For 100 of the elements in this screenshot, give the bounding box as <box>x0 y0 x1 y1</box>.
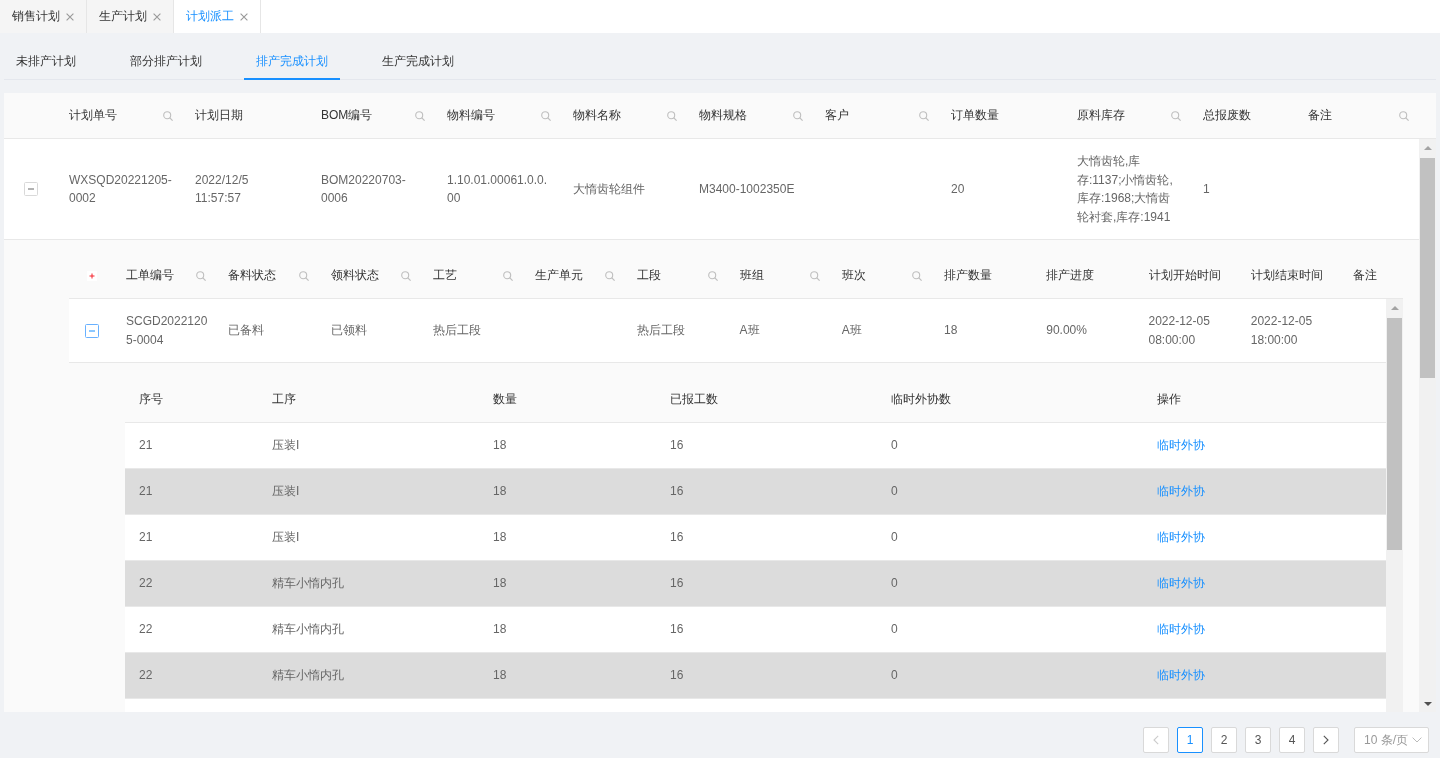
table-cell: 18 <box>493 484 507 499</box>
scrollbar[interactable] <box>1386 299 1403 712</box>
column-header: 客户 <box>825 107 849 124</box>
table-cell: 0 <box>891 530 898 545</box>
scrollbar-thumb[interactable] <box>1387 318 1402 550</box>
table-cell: BOM20220703-0006 <box>321 172 406 205</box>
column-header: 操作 <box>1157 391 1181 408</box>
column-header: 总报废数 <box>1203 107 1251 124</box>
scrollbar-thumb[interactable] <box>1420 158 1435 378</box>
search-icon[interactable] <box>919 110 929 121</box>
search-icon[interactable] <box>809 270 820 281</box>
table-cell: 18 <box>493 530 507 545</box>
search-icon[interactable] <box>912 270 922 281</box>
search-icon[interactable] <box>400 270 411 281</box>
page-button[interactable]: 3 <box>1245 727 1271 753</box>
page-button[interactable]: 1 <box>1177 727 1203 753</box>
close-icon[interactable] <box>240 12 248 21</box>
minus-icon[interactable] <box>84 323 99 338</box>
action-link[interactable]: 临时外协 <box>1157 530 1205 545</box>
table-cell: 压装I <box>272 530 300 545</box>
page-size-select[interactable]: 10 条/页 <box>1354 727 1429 753</box>
column-header: 备料状态 <box>228 267 277 284</box>
scrollbar[interactable] <box>1419 139 1436 712</box>
column-header: 领料状态 <box>330 267 379 284</box>
plan-tab[interactable]: 未排产计划 <box>4 33 88 80</box>
action-link[interactable]: 临时外协 <box>1157 576 1205 591</box>
page-button[interactable]: 4 <box>1279 727 1305 753</box>
minus-icon[interactable] <box>23 182 38 196</box>
chevron-down-icon[interactable] <box>1412 737 1422 743</box>
table-cell: A班 <box>841 323 862 338</box>
table-cell: SCGD20221205-0004 <box>126 314 208 347</box>
search-icon[interactable] <box>163 110 173 121</box>
column-header: 物料编号 <box>447 107 495 124</box>
column-header: 排产进度 <box>1046 267 1095 284</box>
table-cell: M3400-1002350E <box>699 181 795 196</box>
search-icon[interactable] <box>541 110 551 121</box>
plan-tab[interactable]: 生产完成计划 <box>370 33 466 80</box>
search-icon[interactable] <box>605 270 616 281</box>
table-cell: 0 <box>891 576 898 591</box>
table-cell: 热后工段 <box>432 323 481 338</box>
column-header: 班组 <box>739 267 764 284</box>
table-cell: 精车小惰内孔 <box>272 622 344 637</box>
table-cell: 18 <box>493 576 507 591</box>
table-cell: 21 <box>139 484 153 499</box>
column-header: 物料名称 <box>573 107 621 124</box>
close-icon[interactable] <box>66 12 74 21</box>
table-cell: 18 <box>493 438 507 453</box>
action-link[interactable]: 临时外协 <box>1157 622 1205 637</box>
table-cell: 16 <box>670 484 684 499</box>
table-cell: 热后工段 <box>637 323 686 338</box>
table-cell: 16 <box>670 576 684 591</box>
table-cell: 18 <box>493 622 507 637</box>
column-header: 备注 <box>1308 107 1332 124</box>
column-header: 工单编号 <box>126 267 174 284</box>
arrow-down-icon[interactable] <box>1423 701 1432 706</box>
table-cell: 0 <box>891 622 898 637</box>
table-cell: 2022-12-05 08:00:00 <box>1148 314 1210 347</box>
column-header: 物料规格 <box>699 107 747 124</box>
column-header: 订单数量 <box>951 107 999 124</box>
column-header: 工艺 <box>432 267 457 284</box>
column-header: 临时外协数 <box>891 391 951 408</box>
document-tab[interactable]: 生产计划 <box>87 0 174 33</box>
arrow-up-icon[interactable] <box>1423 146 1432 150</box>
page-button[interactable]: 2 <box>1211 727 1237 753</box>
table-cell: 16 <box>670 622 684 637</box>
search-icon[interactable] <box>707 270 718 281</box>
search-icon[interactable] <box>1171 110 1181 121</box>
document-tab[interactable]: 销售计划 <box>0 0 87 33</box>
table-cell: 精车小惰内孔 <box>272 668 344 683</box>
plan-tab[interactable]: 排产完成计划 <box>244 33 340 80</box>
column-header: 班次 <box>841 267 866 284</box>
table-cell: 18 <box>493 668 507 683</box>
search-icon[interactable] <box>1399 110 1409 121</box>
table-cell: 22 <box>139 576 153 591</box>
action-link[interactable]: 临时外协 <box>1157 668 1205 683</box>
table-cell: 2022/12/5 11:57:57 <box>195 172 249 205</box>
action-link[interactable]: 临时外协 <box>1157 438 1205 453</box>
table-cell: 1.10.01.00061.0.0.00 <box>447 172 548 205</box>
table-cell: 已备料 <box>228 323 265 338</box>
arrow-up-icon[interactable] <box>1390 306 1399 310</box>
column-header: 原料库存 <box>1077 107 1125 124</box>
table-cell: 已领料 <box>330 323 367 338</box>
search-icon[interactable] <box>298 270 309 281</box>
search-icon[interactable] <box>415 110 425 121</box>
table-cell: 90.00% <box>1046 323 1087 338</box>
search-icon[interactable] <box>793 110 803 121</box>
table-cell: A班 <box>739 323 760 338</box>
column-header: 工段 <box>637 267 662 284</box>
search-icon[interactable] <box>503 270 513 281</box>
column-header: BOM编号 <box>321 107 373 124</box>
search-icon[interactable] <box>667 110 677 121</box>
search-icon[interactable] <box>196 270 207 281</box>
action-link[interactable]: 临时外协 <box>1157 484 1205 499</box>
table-cell: 22 <box>139 668 153 683</box>
table-cell: 16 <box>670 530 684 545</box>
chevron-right-icon[interactable] <box>1323 735 1329 745</box>
plan-tab[interactable]: 部分排产计划 <box>118 33 214 80</box>
close-icon[interactable] <box>153 12 161 21</box>
table-cell: 22 <box>139 622 153 637</box>
table-cell: 大惰齿轮,库存:1137;小惰齿轮,库存:1968;大惰齿轮衬套,库存:1941 <box>1077 154 1173 224</box>
